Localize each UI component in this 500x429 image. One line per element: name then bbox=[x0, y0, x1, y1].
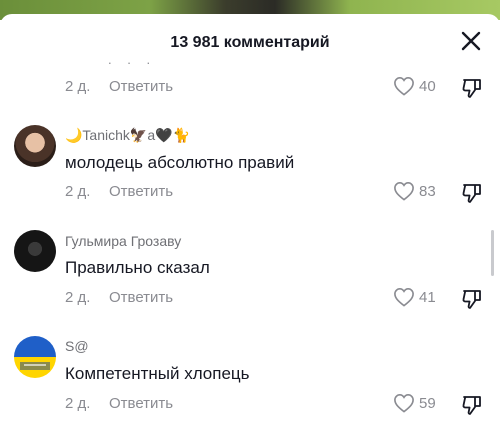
comment-username[interactable]: Гульмира Грозаву bbox=[65, 233, 181, 249]
comment-date: 2 д. bbox=[65, 78, 91, 95]
reply-button[interactable]: Ответить bbox=[109, 183, 173, 200]
truncated-text-ellipsis: . . . bbox=[108, 52, 157, 67]
thumb-down-icon[interactable] bbox=[460, 181, 484, 205]
avatar[interactable] bbox=[14, 125, 56, 167]
comment-text: молодець абсолютно правий bbox=[65, 153, 295, 172]
thumb-down-icon[interactable] bbox=[460, 287, 484, 311]
reply-button[interactable]: Ответить bbox=[109, 395, 173, 412]
like-button[interactable]: 83 bbox=[393, 181, 436, 201]
heart-outline-icon bbox=[394, 181, 414, 201]
comment-meta: 2 д. Ответить bbox=[65, 78, 173, 95]
reply-button[interactable]: Ответить bbox=[109, 78, 173, 95]
heart-outline-icon bbox=[394, 287, 414, 307]
thumb-down-icon[interactable] bbox=[460, 76, 484, 100]
avatar[interactable] bbox=[14, 230, 56, 272]
comment-date: 2 д. bbox=[65, 395, 91, 412]
comment-text: Компетентный хлопець bbox=[65, 364, 250, 383]
comment-meta: 2 д. Ответить bbox=[65, 395, 173, 412]
like-button[interactable]: 59 bbox=[393, 393, 436, 413]
like-button[interactable]: 41 bbox=[393, 287, 436, 307]
like-button[interactable]: 40 bbox=[393, 76, 436, 96]
heart-outline-icon bbox=[394, 393, 414, 413]
close-icon[interactable] bbox=[460, 30, 482, 52]
like-count: 41 bbox=[419, 288, 436, 306]
like-count: 59 bbox=[419, 394, 436, 412]
comments-header: 13 981 комментарий bbox=[0, 14, 500, 70]
heart-outline-icon bbox=[394, 76, 414, 96]
like-count: 83 bbox=[419, 182, 436, 200]
scrollbar[interactable] bbox=[491, 230, 494, 276]
comments-count-title: 13 981 комментарий bbox=[170, 34, 330, 51]
flag-emblem-icon bbox=[20, 362, 50, 370]
reply-button[interactable]: Ответить bbox=[109, 289, 173, 306]
like-count: 40 bbox=[419, 77, 436, 95]
comment-text: Правильно сказал bbox=[65, 258, 210, 277]
comment-meta: 2 д. Ответить bbox=[65, 183, 173, 200]
avatar[interactable] bbox=[14, 336, 56, 378]
thumb-down-icon[interactable] bbox=[460, 393, 484, 417]
comment-username[interactable]: S@ bbox=[65, 338, 89, 354]
comment-meta: 2 д. Ответить bbox=[65, 289, 173, 306]
comment-username[interactable]: 🌙Tanichk🦅a🖤🐈 bbox=[65, 127, 190, 144]
comment-date: 2 д. bbox=[65, 183, 91, 200]
comment-date: 2 д. bbox=[65, 289, 91, 306]
